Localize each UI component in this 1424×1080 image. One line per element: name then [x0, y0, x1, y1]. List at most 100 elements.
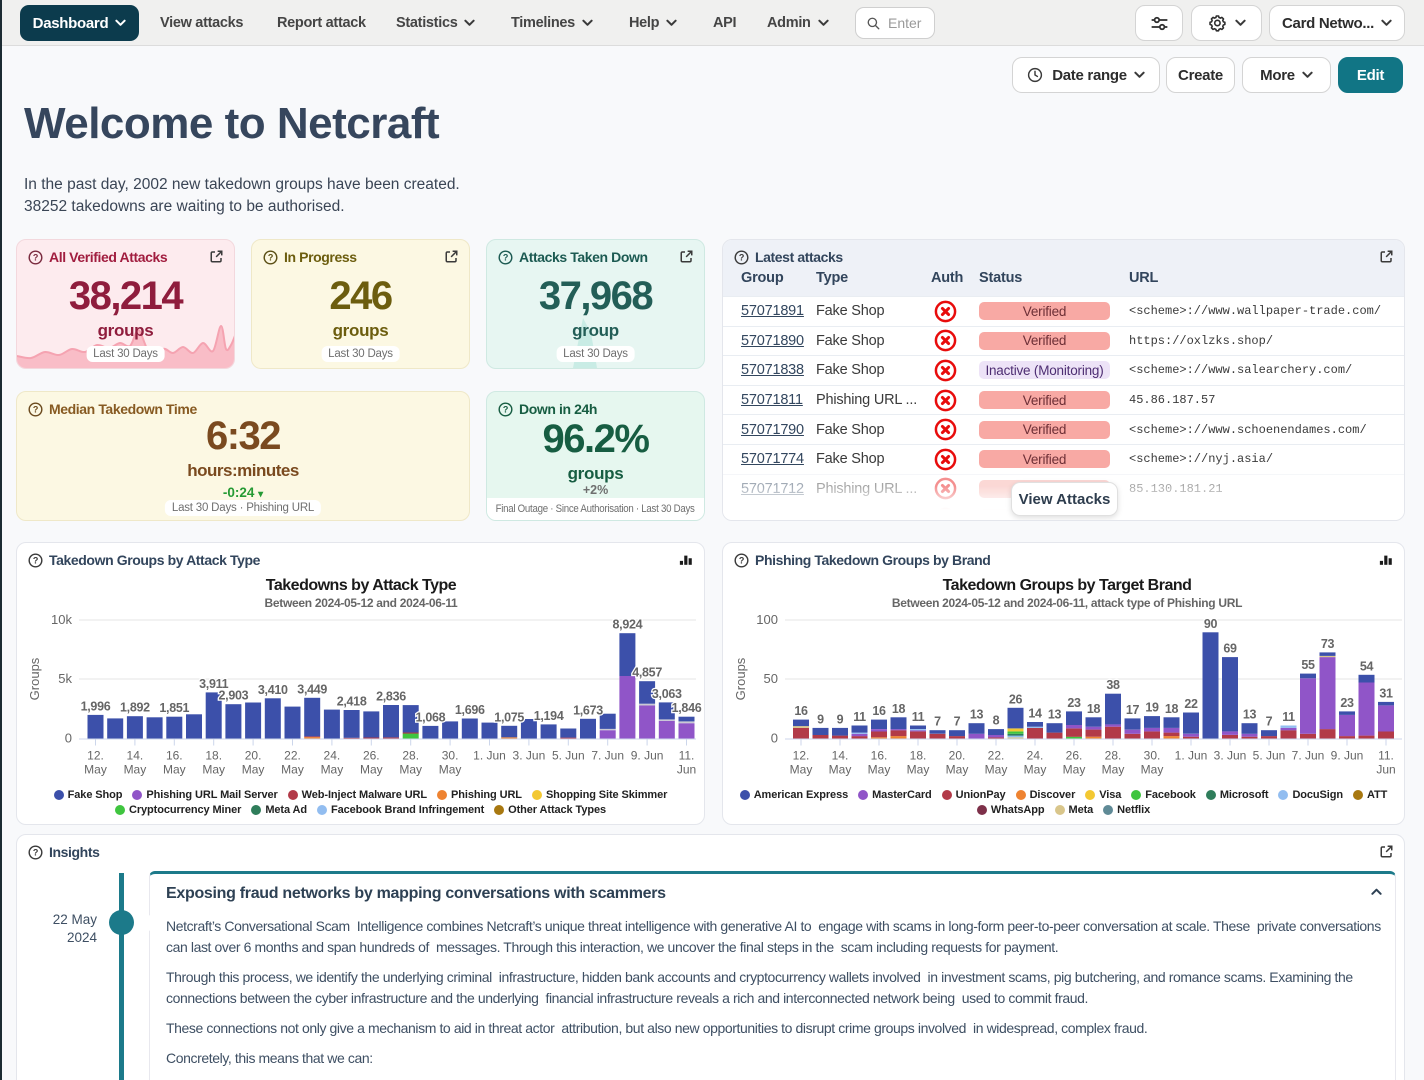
svg-text:Between 2024-05-12 and 2024-06: Between 2024-05-12 and 2024-06-11: [265, 596, 459, 610]
svg-text:17: 17: [1126, 703, 1140, 717]
svg-text:11: 11: [1282, 710, 1295, 724]
svg-text:11: 11: [853, 710, 866, 724]
svg-text:?: ?: [503, 252, 508, 262]
svg-text:20.: 20.: [949, 749, 966, 763]
svg-text:May: May: [829, 763, 852, 777]
svg-text:Jun: Jun: [1376, 763, 1395, 777]
svg-text:1,846: 1,846: [672, 701, 702, 715]
svg-text:May: May: [163, 763, 186, 777]
svg-text:May: May: [242, 763, 265, 777]
svg-text:16: 16: [794, 704, 808, 718]
svg-text:May: May: [202, 763, 225, 777]
svg-text:28.: 28.: [402, 749, 419, 763]
svg-text:?: ?: [33, 555, 38, 565]
svg-text:1,673: 1,673: [573, 703, 603, 717]
svg-text:18: 18: [1165, 702, 1179, 716]
svg-text:7: 7: [954, 715, 961, 729]
svg-text:May: May: [946, 763, 969, 777]
svg-text:28.: 28.: [1105, 749, 1122, 763]
svg-text:5k: 5k: [58, 671, 72, 686]
svg-text:7: 7: [934, 715, 941, 729]
svg-text:1,851: 1,851: [159, 701, 189, 715]
svg-text:24.: 24.: [324, 749, 341, 763]
svg-text:May: May: [124, 763, 147, 777]
svg-text:11.: 11.: [679, 749, 695, 763]
svg-text:13: 13: [970, 708, 984, 722]
svg-text:Takedowns by Attack Type: Takedowns by Attack Type: [266, 577, 457, 594]
svg-text:?: ?: [268, 252, 273, 262]
svg-text:73: 73: [1321, 637, 1335, 651]
svg-text:7. Jun: 7. Jun: [591, 749, 624, 763]
svg-text:May: May: [1024, 763, 1047, 777]
svg-text:14.: 14.: [127, 749, 144, 763]
svg-text:?: ?: [33, 847, 38, 857]
svg-text:13: 13: [1243, 708, 1257, 722]
svg-text:9. Jun: 9. Jun: [1331, 749, 1364, 763]
svg-text:Between 2024-05-12 and 2024-06: Between 2024-05-12 and 2024-06-11, attac…: [892, 596, 1242, 610]
svg-text:9. Jun: 9. Jun: [631, 749, 664, 763]
svg-text:38: 38: [1106, 678, 1120, 692]
svg-text:90: 90: [1204, 617, 1218, 631]
svg-text:20.: 20.: [245, 749, 262, 763]
svg-text:26.: 26.: [1066, 749, 1083, 763]
svg-text:1. Jun: 1. Jun: [1175, 749, 1208, 763]
svg-text:55: 55: [1301, 658, 1315, 672]
svg-text:18.: 18.: [910, 749, 927, 763]
svg-text:Groups: Groups: [27, 657, 42, 700]
svg-text:May: May: [868, 763, 891, 777]
svg-text:7: 7: [1266, 715, 1273, 729]
svg-text:54: 54: [1360, 659, 1374, 673]
svg-text:?: ?: [503, 404, 508, 414]
svg-text:May: May: [985, 763, 1008, 777]
svg-text:1,075: 1,075: [494, 710, 524, 724]
svg-text:1,696: 1,696: [455, 703, 485, 717]
svg-text:5. Jun: 5. Jun: [552, 749, 585, 763]
svg-text:1,996: 1,996: [81, 699, 111, 713]
svg-text:22.: 22.: [988, 749, 1005, 763]
svg-text:May: May: [1102, 763, 1125, 777]
svg-text:3,449: 3,449: [297, 682, 327, 696]
svg-text:30.: 30.: [1144, 749, 1161, 763]
svg-text:69: 69: [1223, 642, 1237, 656]
svg-text:22.: 22.: [284, 749, 301, 763]
svg-text:May: May: [907, 763, 930, 777]
svg-text:Takedown Groups by Target Bran: Takedown Groups by Target Brand: [943, 577, 1192, 594]
svg-text:1,068: 1,068: [416, 710, 446, 724]
svg-text:9: 9: [837, 712, 844, 726]
svg-text:2,418: 2,418: [337, 695, 367, 709]
svg-text:0: 0: [771, 731, 778, 746]
svg-text:?: ?: [33, 404, 38, 414]
svg-text:22: 22: [1184, 697, 1198, 711]
svg-text:10k: 10k: [51, 612, 72, 627]
svg-text:23: 23: [1340, 696, 1354, 710]
svg-text:1. Jun: 1. Jun: [473, 749, 506, 763]
svg-text:May: May: [790, 763, 813, 777]
svg-text:26.: 26.: [363, 749, 380, 763]
svg-text:May: May: [321, 763, 344, 777]
svg-text:May: May: [399, 763, 422, 777]
svg-text:18.: 18.: [205, 749, 222, 763]
svg-text:7. Jun: 7. Jun: [1292, 749, 1325, 763]
svg-text:19: 19: [1145, 701, 1159, 715]
svg-text:26: 26: [1009, 692, 1023, 706]
svg-text:12.: 12.: [793, 749, 810, 763]
svg-text:May: May: [281, 763, 304, 777]
svg-text:23: 23: [1067, 696, 1081, 710]
svg-text:8,924: 8,924: [613, 618, 643, 632]
svg-text:16: 16: [872, 704, 886, 718]
svg-text:Groups: Groups: [733, 657, 748, 700]
svg-text:100: 100: [756, 612, 778, 627]
svg-text:11.: 11.: [1378, 749, 1394, 763]
svg-text:?: ?: [33, 252, 38, 262]
svg-text:31: 31: [1379, 686, 1393, 700]
svg-text:16.: 16.: [166, 749, 183, 763]
svg-text:14: 14: [1028, 707, 1042, 721]
svg-text:3. Jun: 3. Jun: [513, 749, 546, 763]
svg-text:2,903: 2,903: [219, 689, 249, 703]
svg-text:May: May: [84, 763, 107, 777]
svg-text:30.: 30.: [442, 749, 459, 763]
svg-text:16.: 16.: [871, 749, 888, 763]
svg-text:14.: 14.: [832, 749, 849, 763]
svg-text:1,892: 1,892: [120, 701, 150, 715]
svg-text:May: May: [1141, 763, 1164, 777]
